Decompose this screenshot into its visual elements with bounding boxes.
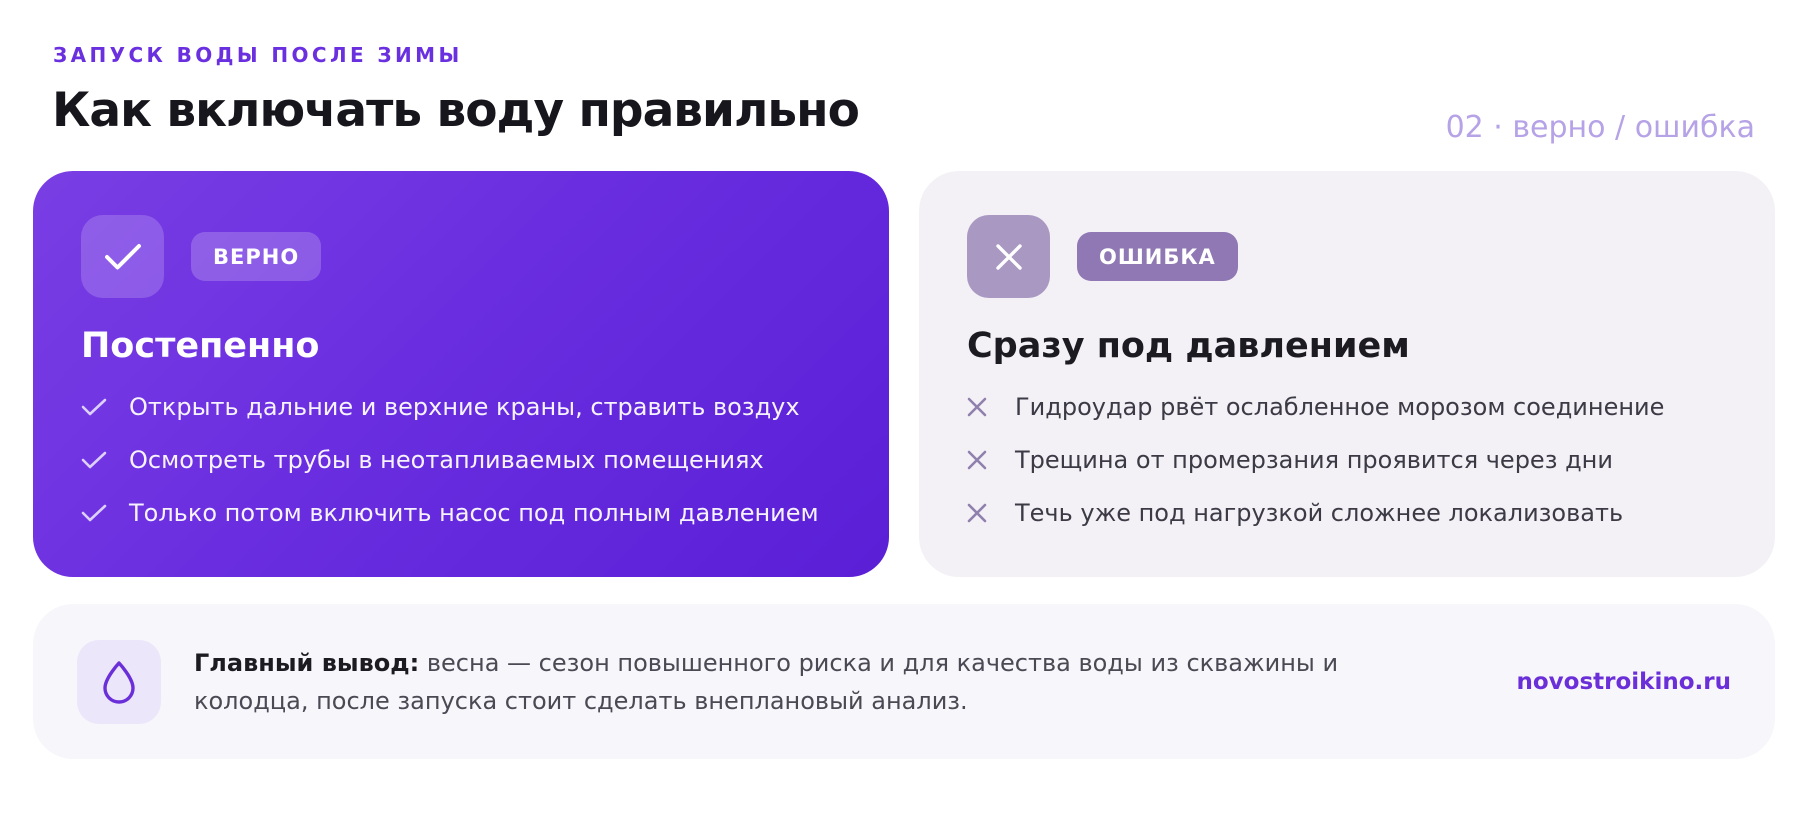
check-icon — [81, 503, 129, 523]
right-list: Открыть дальние и верхние краны, стравит… — [81, 392, 841, 527]
right-card: ВЕРНО Постепенно Открыть дальние и верхн… — [33, 171, 889, 577]
list-item-text: Осмотреть трубы в неотапливаемых помещен… — [129, 445, 764, 474]
wrong-card-title: Сразу под давлением — [967, 326, 1410, 366]
list-item: Течь уже под нагрузкой сложнее локализов… — [967, 498, 1727, 527]
water-drop-icon — [77, 639, 161, 724]
wrong-card-header: ОШИБКА — [967, 215, 1727, 298]
close-icon — [967, 450, 1015, 470]
summary-panel: Главный вывод: весна — сезон повышенного… — [33, 604, 1775, 759]
list-item: Гидроудар рвёт ослабленное морозом соеди… — [967, 392, 1727, 421]
list-item: Осмотреть трубы в неотапливаемых помещен… — [81, 445, 841, 474]
right-card-header: ВЕРНО — [81, 215, 841, 298]
slide-counter: 02 · верно / ошибка — [1445, 110, 1755, 145]
list-item-text: Течь уже под нагрузкой сложнее локализов… — [1015, 498, 1624, 527]
list-item-text: Только потом включить насос под полным д… — [129, 498, 819, 527]
check-icon — [81, 450, 129, 470]
close-icon — [967, 397, 1015, 417]
close-icon — [967, 215, 1050, 298]
page-title: Как включать воду правильно — [52, 83, 860, 138]
close-icon — [967, 503, 1015, 523]
wrong-card: ОШИБКА Сразу под давлением Гидроудар рвё… — [919, 171, 1775, 577]
check-icon — [81, 397, 129, 417]
list-item: Открыть дальние и верхние краны, стравит… — [81, 392, 841, 421]
summary-text: Главный вывод: весна — сезон повышенного… — [194, 644, 1444, 720]
list-item-text: Гидроудар рвёт ослабленное морозом соеди… — [1015, 392, 1665, 421]
list-item: Трещина от промерзания проявится через д… — [967, 445, 1727, 474]
list-item-text: Открыть дальние и верхние краны, стравит… — [129, 392, 800, 421]
right-badge: ВЕРНО — [191, 232, 322, 281]
list-item-text: Трещина от промерзания проявится через д… — [1015, 445, 1613, 474]
summary-lead: Главный вывод: — [194, 648, 420, 677]
right-card-title: Постепенно — [81, 326, 320, 366]
eyebrow: ЗАПУСК ВОДЫ ПОСЛЕ ЗИМЫ — [53, 43, 463, 67]
site-link[interactable]: novostroikino.ru — [1517, 669, 1732, 695]
list-item: Только потом включить насос под полным д… — [81, 498, 841, 527]
check-icon — [81, 215, 164, 298]
wrong-list: Гидроудар рвёт ослабленное морозом соеди… — [967, 392, 1727, 527]
wrong-badge: ОШИБКА — [1077, 232, 1238, 281]
